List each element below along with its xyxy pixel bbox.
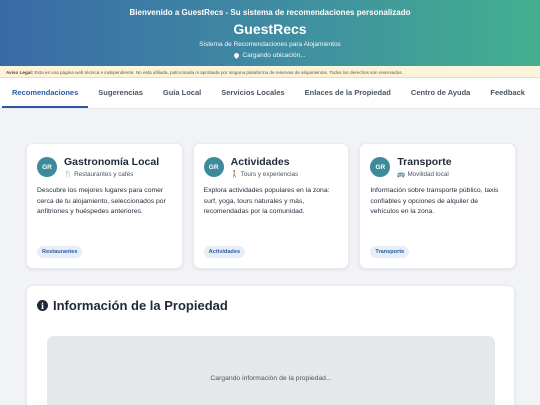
card-header: GR Actividades 🚶 Tours y experiencias [203, 156, 339, 179]
location-status: Cargando ubicación... [0, 51, 540, 60]
card-subtitle-text: Movilidad local [407, 170, 449, 178]
person-walking-icon: 🚶 [230, 171, 239, 178]
nav-tabs: Recomendaciones Sugerencias Guía Local S… [0, 78, 540, 109]
property-info-panel: i Información de la Propiedad Cargando i… [26, 285, 515, 405]
tab-guia-local[interactable]: Guía Local [153, 88, 211, 108]
map-pin-icon [233, 51, 241, 60]
card-tag[interactable]: Restaurantes [37, 246, 83, 258]
card-title: Gastronomía Local [64, 156, 160, 168]
welcome-banner: Bienvenido a GuestRecs - Su sistema de r… [129, 8, 411, 17]
legal-label: Aviso Legal: [6, 70, 34, 75]
card-subtitle: 🚶 Tours y experiencias [230, 170, 299, 179]
tab-feedback[interactable]: Feedback [480, 88, 535, 108]
recommendation-cards: GR Gastronomía Local 🍴 Restaurantes y ca… [26, 143, 517, 269]
card-description: Descubre los mejores lugares para comer … [37, 187, 166, 216]
card-subtitle: 🚌 Movilidad local [397, 170, 451, 179]
property-info-heading: i Información de la Propiedad [37, 298, 228, 313]
card-badge: GR [203, 157, 224, 177]
bus-icon: 🚌 [397, 171, 406, 178]
card-header: GR Transporte 🚌 Movilidad local [370, 156, 505, 178]
info-icon: i [37, 300, 48, 311]
tab-recomendaciones[interactable]: Recomendaciones [2, 88, 89, 108]
tab-sugerencias[interactable]: Sugerencias [88, 88, 153, 108]
brand-tagline: Sistema de Recomendaciones para Alojamie… [199, 41, 341, 48]
card-subtitle-text: Restaurantes y cafés [74, 170, 134, 178]
location-text: Cargando ubicación... [242, 52, 306, 59]
page-header: Bienvenido a GuestRecs - Su sistema de r… [0, 0, 540, 66]
card-subtitle-text: Tours y experiencias [240, 170, 299, 178]
card-gastronomia[interactable]: GR Gastronomía Local 🍴 Restaurantes y ca… [26, 143, 183, 269]
card-description: Información sobre transporte público, ta… [370, 187, 499, 216]
legal-text: Esta es una página web técnica e indepen… [34, 70, 403, 75]
tab-centro-ayuda[interactable]: Centro de Ayuda [401, 88, 480, 108]
property-info-loading: Cargando información de la propiedad... [47, 336, 495, 405]
card-transporte[interactable]: GR Transporte 🚌 Movilidad local Informac… [359, 143, 517, 269]
loading-text: Cargando información de la propiedad... [210, 375, 332, 382]
card-subtitle: 🍴 Restaurantes y cafés [64, 170, 159, 179]
legal-notice: Aviso Legal: Esta es una página web técn… [0, 66, 540, 78]
card-tag[interactable]: Actividades [203, 246, 246, 258]
card-actividades[interactable]: GR Actividades 🚶 Tours y experiencias Ex… [192, 143, 350, 269]
property-info-title: Información de la Propiedad [53, 298, 228, 313]
card-header: GR Gastronomía Local 🍴 Restaurantes y ca… [37, 156, 172, 178]
card-badge: GR [37, 157, 57, 177]
tab-enlaces-propiedad[interactable]: Enlaces de la Propiedad [295, 88, 401, 108]
card-description: Explora actividades populares en la zona… [203, 187, 330, 216]
brand-title: GuestRecs [233, 21, 307, 37]
card-badge: GR [370, 157, 391, 177]
utensils-icon: 🍴 [64, 171, 73, 178]
card-tag[interactable]: Transporte [370, 246, 410, 258]
tab-servicios-locales[interactable]: Servicios Locales [211, 88, 294, 108]
card-title: Actividades [230, 156, 290, 168]
card-title: Transporte [397, 156, 452, 168]
